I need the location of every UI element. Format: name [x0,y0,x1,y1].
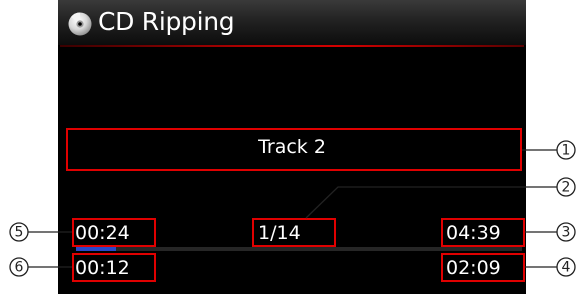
callout-3-number: 3 [562,225,571,241]
callout-4-number: 4 [562,260,571,276]
callout-2-number: 2 [562,180,571,196]
callout-annotations: 1 2 3 4 5 6 [9,140,576,277]
callout-6-number: 6 [15,260,24,276]
callout-5-number: 5 [15,225,24,241]
callout-2-line [305,186,557,219]
callout-1-number: 1 [562,143,571,159]
